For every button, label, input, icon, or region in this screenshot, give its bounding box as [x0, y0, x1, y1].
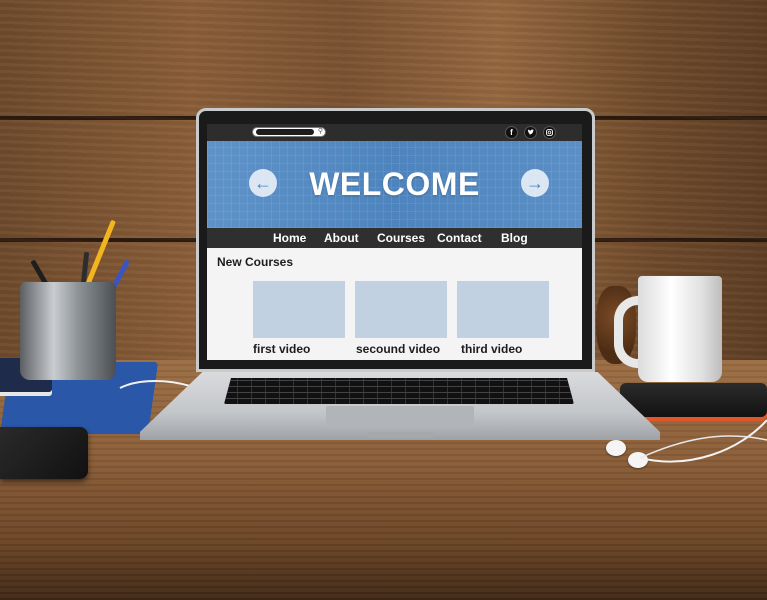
arrow-right-icon[interactable]: → — [521, 169, 549, 197]
facebook-icon[interactable]: f — [505, 126, 518, 139]
white-mug — [638, 276, 722, 382]
main-navigation: Home About Courses Contact Blog — [207, 228, 582, 248]
earbud — [628, 452, 648, 468]
course-label-2[interactable]: secound video — [356, 342, 440, 356]
search-field — [256, 129, 314, 135]
earbud — [606, 440, 626, 456]
course-thumbnail-2[interactable] — [355, 281, 447, 338]
course-label-3[interactable]: third video — [461, 342, 522, 356]
course-label-1[interactable]: first video — [253, 342, 310, 356]
laptop-notch — [366, 432, 434, 438]
laptop-screen-website: ⚲ f ← WELCOME → Home About Courses Conta… — [207, 124, 582, 360]
nav-courses[interactable]: Courses — [377, 231, 425, 245]
nav-home[interactable]: Home — [273, 231, 306, 245]
course-thumbnail-3[interactable] — [457, 281, 549, 338]
laptop-trackpad — [326, 406, 474, 428]
nav-contact[interactable]: Contact — [437, 231, 482, 245]
twitter-icon[interactable] — [524, 126, 537, 139]
pencil-cup — [20, 282, 116, 380]
section-title: New Courses — [217, 255, 294, 269]
course-thumbnail-1[interactable] — [253, 281, 345, 338]
smartphone — [0, 427, 88, 479]
site-top-bar: ⚲ f — [207, 124, 582, 141]
nav-about[interactable]: About — [324, 231, 359, 245]
search-icon[interactable]: ⚲ — [318, 128, 323, 136]
instagram-icon[interactable] — [543, 126, 556, 139]
laptop-keyboard — [224, 378, 574, 404]
nav-blog[interactable]: Blog — [501, 231, 528, 245]
hero-banner: ← WELCOME → — [207, 141, 582, 228]
search-input[interactable]: ⚲ — [252, 127, 326, 137]
external-drive — [620, 383, 767, 417]
